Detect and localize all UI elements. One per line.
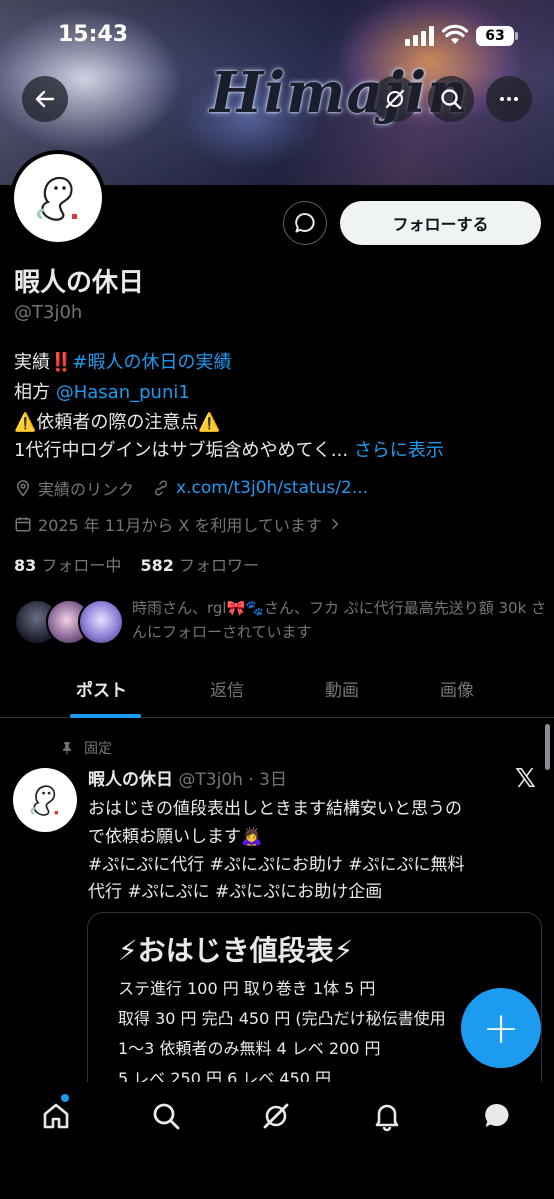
pinned-indicator: 固定 (60, 738, 112, 758)
message-button[interactable] (283, 201, 327, 245)
bio-hashtag[interactable]: #暇人の休日の実績 (72, 352, 231, 373)
pinned-label: 固定 (84, 741, 112, 757)
nav-home[interactable] (38, 1098, 74, 1134)
post-text-line-1: おはじきの値段表出しときます結構安いと思うの (88, 799, 462, 819)
home-icon (43, 1103, 69, 1129)
ghost-avatar-icon (36, 176, 77, 221)
more-button[interactable] (486, 76, 532, 122)
x-logo-icon: 𝕏 (515, 764, 536, 794)
tab-videos[interactable]: 動画 (325, 676, 359, 701)
joined-date-text: 2025 年 11月から X を利用しています (38, 516, 322, 535)
tab-media[interactable]: 画像 (440, 676, 474, 701)
post-header: 暇人の休日 @T3j0h · 3日 (88, 765, 287, 790)
followed-by-text[interactable]: 時雨さん、rgl🎀🐾さん、フカ ぷに代行最高先送り額 30k さんにフォローされ… (132, 596, 547, 644)
search-button[interactable] (428, 76, 474, 122)
scrollbar[interactable] (545, 724, 550, 770)
active-tab-indicator (70, 714, 141, 718)
profile-tabs: ポスト 返信 動画 画像 (0, 662, 554, 718)
bio-line-1: 実績‼️#暇人の休日の実績 (14, 348, 232, 374)
nav-search[interactable] (148, 1098, 184, 1134)
pin-icon (62, 742, 72, 755)
nav-grok[interactable] (258, 1098, 294, 1134)
tab-posts[interactable]: ポスト (76, 676, 127, 701)
grok-icon (263, 1103, 289, 1129)
calendar-icon (15, 517, 31, 532)
grok-icon (385, 89, 405, 109)
search-icon (153, 1103, 180, 1130)
post-author-avatar[interactable] (13, 768, 77, 832)
card-line: 取得 30 円 完凸 450 円 (完凸だけ秘伝書使用 (118, 1009, 446, 1028)
card-title: ⚡おはじき値段表⚡ (118, 934, 354, 967)
follower-avatar (78, 599, 124, 645)
bottom-navigation (0, 1082, 554, 1199)
card-line: 1～3 依頼者のみ無料 4 レベ 200 円 (118, 1039, 381, 1058)
search-icon (441, 89, 462, 110)
bio-mention[interactable]: @Hasan_puni1 (56, 382, 190, 403)
card-line: ステ進行 100 円 取り巻き 1体 5 円 (118, 979, 376, 998)
wifi-icon (442, 24, 468, 44)
back-button[interactable] (22, 76, 68, 122)
tab-replies[interactable]: 返信 (210, 676, 244, 701)
nav-notifications[interactable] (369, 1098, 405, 1134)
post-author-name[interactable]: 暇人の休日 (88, 770, 173, 790)
post-hashtags-line-2[interactable]: 代行 #ぷにぷに #ぷにぷにお助け企画 (88, 877, 382, 902)
joined-date-row[interactable]: 2025 年 11月から X を利用しています (14, 512, 348, 536)
post-handle-time: @T3j0h · 3日 (178, 770, 287, 790)
chevron-right-icon (332, 518, 339, 530)
notifications-icon (375, 1104, 399, 1132)
profile-location-link-row: 実績のリンク x.com/t3j0h/status/2... (14, 476, 368, 500)
post-hashtags-line-1[interactable]: #ぷにぷに代行 #ぷにぷにお助け #ぷにぷに無料 (88, 850, 465, 875)
signal-icon (405, 26, 434, 46)
nav-messages[interactable] (479, 1098, 515, 1134)
back-icon (35, 90, 55, 108)
profile-name: 暇人の休日 (14, 268, 145, 298)
battery-indicator: 63 (476, 26, 518, 46)
home-notification-dot (61, 1094, 69, 1102)
followers-label: フォロワー (178, 556, 259, 575)
followers-count: 582 (140, 556, 174, 575)
bio-truncated-text: 1代行中ログインはサブ垢含めやめてく... (14, 440, 349, 461)
grok-button[interactable] (372, 76, 418, 122)
more-icon (500, 97, 518, 101)
post-text-line-2: で依頼お願いします🙇‍♀️ (88, 827, 263, 847)
bio-line-2: 相方 @Hasan_puni1 (14, 378, 190, 404)
following-count: 83 (14, 556, 37, 575)
show-more-link[interactable]: さらに表示 (354, 440, 444, 461)
profile-handle: @T3j0h (14, 302, 83, 323)
ghost-avatar-icon (30, 785, 59, 816)
bio-partner-label: 相方 (14, 382, 50, 403)
follow-button[interactable]: フォローする (340, 201, 541, 245)
following-label: フォロー中 (41, 556, 122, 575)
bio-line-3: ⚠️依頼者の際の注意点⚠️ (14, 412, 221, 433)
location-pin-icon (16, 480, 30, 497)
following-link[interactable]: 83 フォロー中 (14, 556, 121, 575)
chat-bubble-icon (295, 212, 315, 233)
followers-link[interactable]: 582 フォロワー (140, 556, 259, 575)
profile-url-link[interactable]: x.com/t3j0h/status/2... (176, 478, 368, 498)
status-time: 15:43 (58, 22, 129, 47)
profile-avatar[interactable] (10, 150, 106, 246)
link-label: 実績のリンク (38, 480, 135, 499)
messages-icon (485, 1103, 509, 1127)
followed-by-avatars[interactable] (14, 599, 134, 647)
bio-line-4: 1代行中ログインはサブ垢含めやめてく... さらに表示 (14, 436, 444, 462)
follow-counts: 83 フォロー中 582 フォロワー (14, 552, 259, 576)
link-chain-icon (155, 480, 168, 496)
bio-achievements-label: 実績 (14, 352, 50, 373)
status-bar: 15:43 63 (0, 0, 554, 60)
compose-post-button[interactable]: + (461, 988, 541, 1068)
bio-exclamation-emoji: ‼️ (50, 352, 73, 373)
